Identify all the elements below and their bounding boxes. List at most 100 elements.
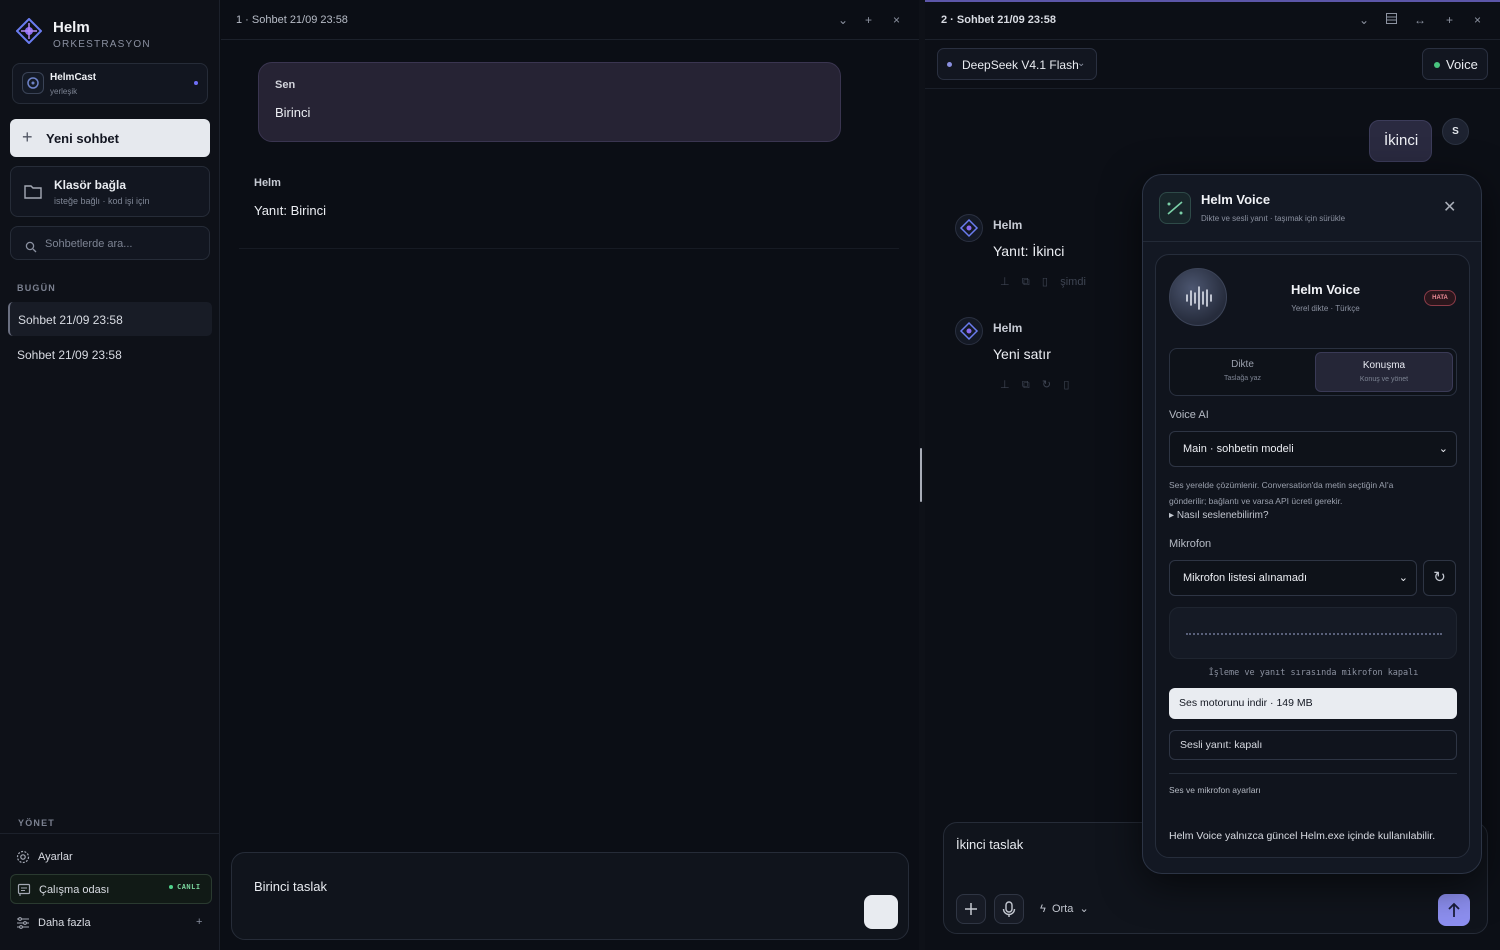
mic-value: Mikrofon listesi alınamadı <box>1183 572 1308 584</box>
divider <box>1143 241 1481 242</box>
attach-button[interactable] <box>956 894 986 924</box>
voice-ai-select[interactable]: Main · sohbetin modeli ⌄ <box>1169 431 1457 467</box>
download-engine-button[interactable]: Ses motorunu indir · 149 MB <box>1169 688 1457 719</box>
mic-select[interactable]: Mikrofon listesi alınamadı ⌄ <box>1169 560 1417 596</box>
delete-icon[interactable]: ▯ <box>1042 276 1048 288</box>
search-icon <box>25 241 37 253</box>
pane-header: 2 · Sohbet 21/09 23:58 ⌄ ↔ + × <box>925 0 1500 40</box>
chevron-down-icon: ⌄ <box>1438 443 1448 455</box>
voice-ai-note: Ses yerelde çözümlenir. Conversation'da … <box>1169 477 1459 509</box>
add-pane-icon[interactable]: + <box>1446 13 1453 27</box>
user-label: Sen <box>275 79 296 91</box>
helmcast-status: yerleşik <box>50 87 78 96</box>
model-label: DeepSeek V4.1 Flash <box>962 58 1079 72</box>
splitter-handle[interactable] <box>920 448 922 502</box>
layout-icon[interactable] <box>1386 13 1397 24</box>
helm-logo-icon <box>16 18 42 44</box>
plus-icon: + <box>22 127 33 147</box>
search-input[interactable]: Sohbetlerde ara... <box>10 226 210 260</box>
spoken-reply-toggle[interactable]: Sesli yanıt: kapalı <box>1169 730 1457 760</box>
helm-avatar-icon <box>955 214 983 242</box>
copy-icon[interactable]: ⧉ <box>1022 379 1030 391</box>
pane-title: 2 · Sohbet 21/09 23:58 <box>941 14 1056 26</box>
effort-selector[interactable]: ϟ Orta ⌄ <box>1040 902 1089 915</box>
send-button[interactable] <box>1438 894 1470 926</box>
how-to-address-toggle[interactable]: ▸ Nasıl seslenebilirim? <box>1169 510 1269 521</box>
status-dot <box>1434 62 1440 68</box>
assistant-label: Helm <box>993 218 1023 232</box>
more-plus-icon: + <box>196 916 203 928</box>
delete-icon[interactable]: ▯ <box>1063 379 1069 391</box>
gear-icon <box>16 850 30 864</box>
history-item-label: Sohbet 21/09 23:58 <box>18 313 123 327</box>
expand-icon[interactable]: ↔ <box>1414 13 1426 27</box>
mode-conversation[interactable]: Konuşma Konuş ve yönet <box>1315 352 1453 392</box>
close-icon[interactable]: × <box>1474 13 1481 27</box>
close-icon[interactable]: × <box>893 13 900 27</box>
helm-avatar-icon <box>955 317 983 345</box>
nav-settings[interactable]: Ayarlar <box>10 842 212 872</box>
connect-folder-button[interactable]: Klasör bağla isteğe bağlı · kod işi için <box>10 166 210 217</box>
chevron-down-icon: ⌄ <box>1077 58 1086 69</box>
divider <box>0 833 220 834</box>
mode-title: Konuşma <box>1362 360 1406 371</box>
mic-label: Mikrofon <box>1169 538 1212 550</box>
composer[interactable]: Birinci taslak <box>231 852 909 940</box>
send-button[interactable] <box>864 895 898 929</box>
error-badge: HATA <box>1424 290 1456 306</box>
voice-settings-link[interactable]: Ses ve mikrofon ayarları <box>1169 785 1261 795</box>
folder-subtitle: isteğe bağlı · kod işi için <box>54 196 150 206</box>
composer-text[interactable]: İkinci taslak <box>956 837 1023 852</box>
mode-dictation[interactable]: Dikte Taslağa yaz <box>1173 352 1312 392</box>
assistant-reply: Yanıt: İkinci <box>993 243 1065 259</box>
folder-icon <box>23 182 43 200</box>
microphone-button[interactable] <box>994 894 1024 924</box>
history-item[interactable]: Sohbet 21/09 23:58 <box>17 348 122 362</box>
folder-title: Klasör bağla <box>54 178 127 192</box>
voice-panel[interactable]: Helm Voice Dikte ve sesli yanıt · taşıma… <box>1142 174 1482 874</box>
nav-workroom[interactable]: Çalışma odası CANLI <box>10 874 212 904</box>
sidebar: Helm ORKESTRASYON HelmCast yerleşik + Ye… <box>0 0 220 950</box>
chevron-down-icon[interactable]: ⌄ <box>1359 13 1369 27</box>
note-line: gönderilir; bağlantı ve varsa API ücreti… <box>1169 496 1343 506</box>
pane-title: 1 · Sohbet 21/09 23:58 <box>236 14 348 26</box>
pin-icon[interactable]: ⊥ <box>1000 379 1010 391</box>
chevron-down-icon: ⌄ <box>1079 903 1089 915</box>
refresh-icon[interactable]: ↻ <box>1423 560 1456 596</box>
voice-button-label: Voice <box>1446 57 1478 72</box>
composer-text[interactable]: Birinci taslak <box>254 879 327 894</box>
add-pane-icon[interactable]: + <box>865 13 872 27</box>
spoken-reply-label: Sesli yanıt: kapalı <box>1180 739 1263 751</box>
availability-warning: Helm Voice yalnızca güncel Helm.exe için… <box>1169 830 1436 842</box>
chevron-down-icon[interactable]: ⌄ <box>838 13 848 27</box>
history-item-active[interactable]: Sohbet 21/09 23:58 <box>8 302 212 336</box>
copy-icon[interactable]: ⧉ <box>1022 276 1030 288</box>
new-chat-button[interactable]: + Yeni sohbet <box>10 119 210 157</box>
message-actions: ⊥ ⧉ ▯ şimdi <box>1000 275 1086 289</box>
chevron-down-icon: ⌄ <box>1398 572 1408 584</box>
message-actions: ⊥ ⧉ ↻ ▯ <box>1000 378 1069 392</box>
pane-header: 1 · Sohbet 21/09 23:58 ⌄ + × <box>221 0 919 40</box>
mic-level-meter <box>1169 607 1457 659</box>
sliders-icon <box>16 916 30 930</box>
note-line: Ses yerelde çözümlenir. Conversation'da … <box>1169 480 1394 490</box>
workroom-icon <box>17 883 31 897</box>
user-message-text: İkinci <box>1384 132 1419 149</box>
waveform-icon <box>1169 268 1227 326</box>
close-icon[interactable]: ✕ <box>1443 197 1456 217</box>
section-manage: YÖNET <box>18 818 56 828</box>
nav-more[interactable]: Daha fazla + <box>10 908 212 938</box>
voice-panel-icon <box>1159 192 1191 224</box>
nav-more-label: Daha fazla <box>38 917 91 929</box>
helmcast-card[interactable]: HelmCast yerleşik <box>12 63 208 104</box>
voice-button[interactable]: Voice <box>1422 48 1488 80</box>
pin-icon[interactable]: ⊥ <box>1000 276 1010 288</box>
voice-card-subtitle: Yerel dikte · Türkçe <box>1291 304 1360 313</box>
status-dot <box>194 81 198 85</box>
model-selector[interactable]: DeepSeek V4.1 Flash ⌄ <box>937 48 1097 80</box>
user-message: İkinci <box>1369 120 1432 162</box>
avatar: S <box>1442 118 1469 145</box>
voice-ai-label: Voice AI <box>1169 409 1209 421</box>
regenerate-icon[interactable]: ↻ <box>1042 379 1051 391</box>
model-dot <box>947 62 952 67</box>
